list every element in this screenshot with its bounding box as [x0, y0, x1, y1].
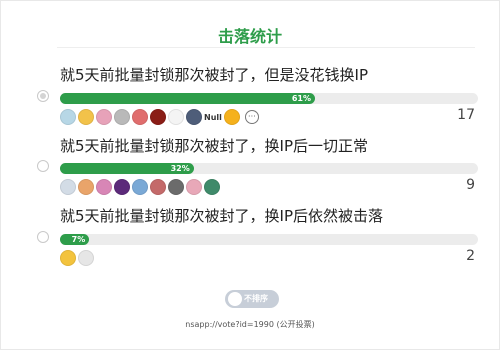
- voter-avatar[interactable]: [150, 179, 166, 195]
- option-2-label: 就5天前批量封锁那次被封了，换IP后一切正常: [60, 137, 369, 155]
- voter-avatar[interactable]: [204, 179, 220, 195]
- voter-avatar[interactable]: [96, 179, 112, 195]
- poll-card: 击落统计 就5天前批量封锁那次被封了，但是没花钱换IP 61% Null ···…: [0, 0, 500, 350]
- option-1-count: 17: [457, 107, 475, 123]
- voter-avatar[interactable]: [223, 109, 240, 125]
- voter-avatar[interactable]: [114, 109, 130, 125]
- option-1-progress-fill: 61%: [60, 93, 315, 104]
- voter-avatar[interactable]: [186, 179, 202, 195]
- more-voters-icon[interactable]: ···: [244, 110, 259, 124]
- option-1-percent: 61%: [291, 94, 311, 103]
- voter-avatar[interactable]: [114, 179, 130, 195]
- option-1-progress-track: 61%: [60, 93, 478, 104]
- voter-avatar[interactable]: [60, 250, 76, 266]
- option-2-radio[interactable]: [37, 160, 49, 172]
- voter-avatar[interactable]: [168, 179, 184, 195]
- option-2-progress-fill: 32%: [60, 163, 194, 174]
- option-2-percent: 32%: [170, 164, 190, 173]
- sort-toggle[interactable]: 不排序: [225, 290, 279, 308]
- voter-avatar[interactable]: [168, 109, 184, 125]
- option-3-percent: 7%: [71, 235, 86, 244]
- voter-avatar[interactable]: [78, 109, 94, 125]
- voter-avatar[interactable]: [60, 179, 76, 195]
- option-1-label: 就5天前批量封锁那次被封了，但是没花钱换IP: [60, 66, 369, 84]
- poll-footer-link[interactable]: nsapp://vote?id=1990 (公开投票): [1, 319, 499, 330]
- option-3-count: 2: [466, 248, 475, 264]
- voter-avatar[interactable]: [78, 179, 94, 195]
- option-1-radio[interactable]: [37, 90, 49, 102]
- option-3-progress-fill: 7%: [60, 234, 90, 245]
- option-2-voters: [60, 178, 222, 196]
- voter-avatar[interactable]: [186, 109, 202, 125]
- option-3-voters: [60, 249, 96, 267]
- voter-avatar[interactable]: [132, 179, 148, 195]
- voter-avatar[interactable]: [96, 109, 112, 125]
- sort-toggle-label: 不排序: [244, 294, 268, 303]
- voter-avatar[interactable]: [150, 109, 166, 125]
- voter-avatar[interactable]: [78, 250, 94, 266]
- option-1-voters: Null ···: [60, 108, 259, 126]
- option-3-progress-track: 7%: [60, 234, 478, 245]
- option-2-count: 9: [466, 177, 475, 193]
- voter-avatar[interactable]: [60, 109, 76, 125]
- option-3-radio[interactable]: [37, 231, 49, 243]
- voter-avatar[interactable]: [132, 109, 148, 125]
- option-2-progress-track: 32%: [60, 163, 478, 174]
- title-divider: [57, 47, 475, 48]
- voter-null-name[interactable]: Null: [204, 113, 222, 122]
- poll-title: 击落统计: [217, 27, 282, 46]
- option-3-label: 就5天前批量封锁那次被封了，换IP后依然被击落: [60, 207, 384, 225]
- sort-toggle-knob[interactable]: [228, 292, 242, 306]
